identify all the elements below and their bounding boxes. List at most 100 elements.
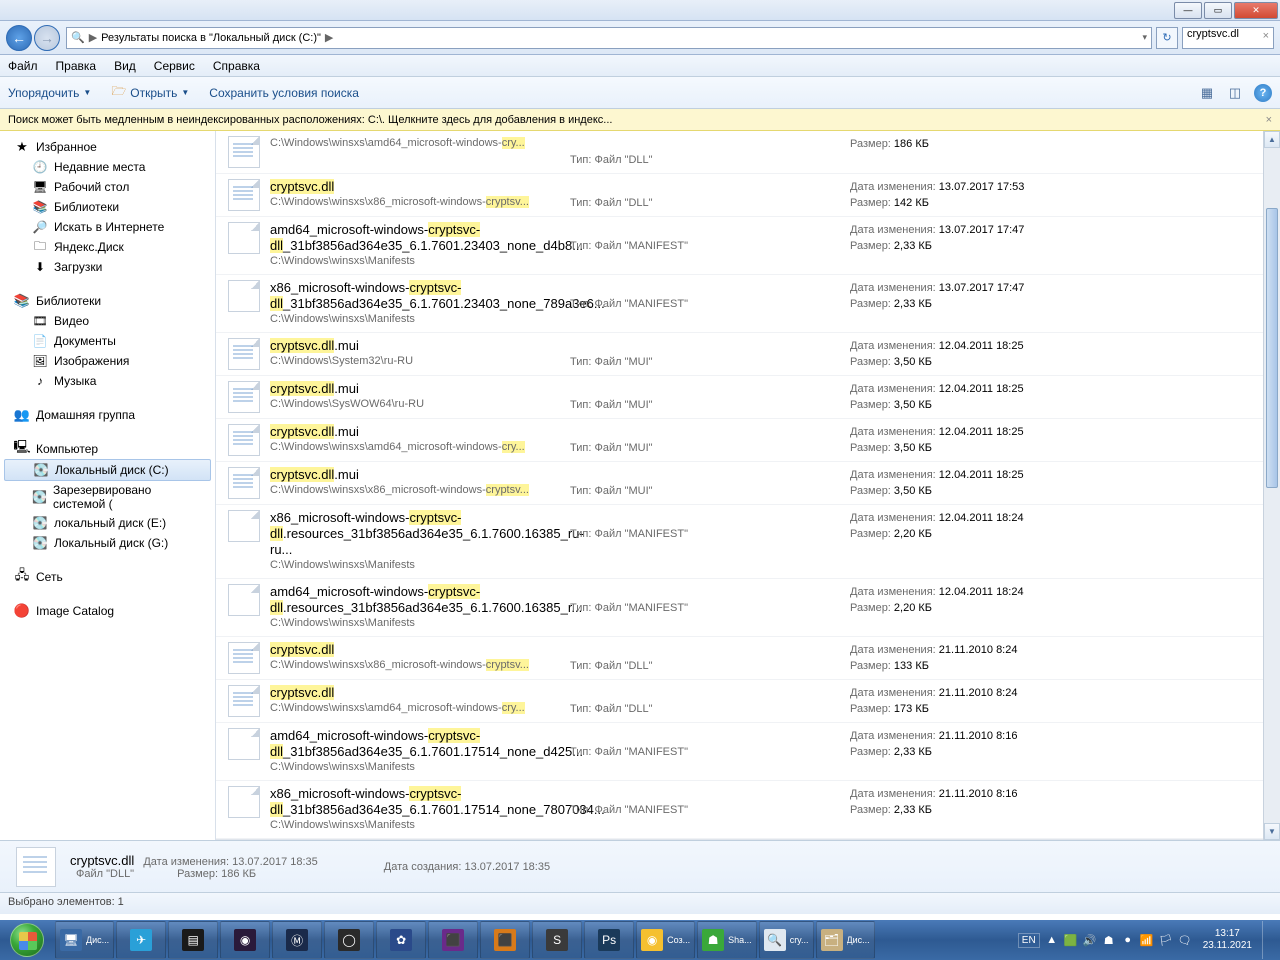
scroll-down-button[interactable]: ▼ [1264,823,1280,840]
menu-edit[interactable]: Правка [56,59,97,73]
maximize-button[interactable]: ▭ [1204,2,1232,19]
search-result-item[interactable]: amd64_microsoft-windows-cryptsvc-dll.res… [216,579,1263,637]
taskbar-task[interactable]: ◉ [220,921,270,959]
search-result-item[interactable]: amd64_microsoft-windows-cryptsvc-dll_31b… [216,217,1263,275]
organize-button[interactable]: Упорядочить▼ [8,86,91,100]
tray-icon[interactable]: 🔊 [1082,932,1098,948]
taskbar-task[interactable]: ◉Соз... [636,921,695,959]
taskbar-task[interactable]: 🖥Дис... [55,921,114,959]
address-box[interactable]: 🔍 ▶ Результаты поиска в "Локальный диск … [66,27,1152,49]
search-result-item[interactable]: cryptsvc.dll C:\Windows\winsxs\x86_micro… [216,174,1263,217]
taskbar-task[interactable]: ✈ [116,921,166,959]
tray-icon[interactable]: ▲ [1044,932,1060,948]
file-name: cryptsvc.dll.mui [270,338,570,354]
file-path: C:\Windows\winsxs\Manifests [270,818,560,833]
nav-back-button[interactable]: ← [6,25,32,51]
sidebar-item[interactable]: 📚Библиотеки [0,197,215,217]
taskbar-task[interactable]: ⬛ [480,921,530,959]
save-search-button[interactable]: Сохранить условия поиска [209,86,359,100]
item-label: Локальный диск (G:) [54,536,168,550]
taskbar-task[interactable]: S [532,921,582,959]
taskbar-task[interactable]: 🔍cry... [759,921,814,959]
sidebar-header[interactable]: 🖳Компьютер [0,439,215,459]
search-result-item[interactable]: x86_microsoft-windows-cryptsvc-dll_31bf3… [216,275,1263,333]
menu-view[interactable]: Вид [114,59,136,73]
tray-icon[interactable]: 🟩 [1063,932,1079,948]
sidebar-item[interactable]: 💽Локальный диск (G:) [0,533,215,553]
search-result-item[interactable]: cryptsvc.dll.mui C:\Windows\SysWOW64\ru-… [216,376,1263,419]
sidebar-header[interactable]: 📚Библиотеки [0,291,215,311]
search-result-item[interactable]: amd64_microsoft-windows-cryptsvc-dll_31b… [216,723,1263,781]
search-result-item[interactable]: cryptsvc.dll.mui C:\Windows\winsxs\x86_m… [216,462,1263,505]
clear-search-button[interactable]: × [1263,30,1269,42]
search-result-item[interactable]: cryptsvc.dll C:\Windows\winsxs\amd64_mic… [216,680,1263,723]
refresh-button[interactable]: ↻ [1156,27,1178,49]
taskbar-task[interactable]: ◯ [324,921,374,959]
sidebar-item[interactable]: ♪Музыка [0,371,215,391]
sidebar-item[interactable]: 📄Документы [0,331,215,351]
sidebar-item[interactable]: 💽локальный диск (E:) [0,513,215,533]
file-icon [228,381,260,413]
start-button[interactable] [0,920,54,960]
scrollbar-thumb[interactable] [1266,208,1278,488]
search-result-item[interactable]: x86_microsoft-windows-cryptsvc-dll_31bf3… [216,781,1263,839]
sidebar-item[interactable]: 💽Локальный диск (C:) [4,459,211,481]
sidebar-item[interactable]: 🎞Видео [0,311,215,331]
search-result-item[interactable]: cryptsvc.dll.mui C:\Windows\System32\ru-… [216,333,1263,376]
file-path: C:\Windows\winsxs\Manifests [270,254,560,269]
vertical-scrollbar[interactable]: ▲ ▼ [1263,131,1280,840]
index-info-bar[interactable]: Поиск может быть медленным в неиндексиро… [0,109,1280,131]
clock[interactable]: 13:17 23.11.2021 [1203,928,1252,952]
show-desktop-button[interactable] [1262,921,1272,959]
view-mode-button[interactable]: ▦ [1198,84,1216,102]
nav-forward-button[interactable]: → [34,25,60,51]
sidebar-item[interactable]: 🕘Недавние места [0,157,215,177]
sidebar-item[interactable]: 🖼Изображения [0,351,215,371]
task-icon: S [546,929,568,951]
tray-icon[interactable]: 🏳 [1158,932,1174,948]
file-icon [228,642,260,674]
search-box[interactable]: cryptsvc.dl × [1182,27,1274,49]
sidebar-header[interactable]: 🔴Image Catalog [0,601,215,621]
search-result-item[interactable]: x86_microsoft-windows-cryptsvc-dll.resou… [216,505,1263,579]
taskbar-task[interactable]: ✿ [376,921,426,959]
taskbar-task[interactable]: ☗Sha... [697,921,757,959]
info-close-button[interactable]: × [1266,114,1272,126]
open-button[interactable]: 🗁 Открыть▼ [111,82,189,103]
group-icon: 👥 [14,407,30,423]
sidebar-header[interactable]: 🖧Сеть [0,567,215,587]
taskbar-task[interactable]: Ps [584,921,634,959]
minimize-button[interactable]: — [1174,2,1202,19]
close-button[interactable]: ✕ [1234,2,1278,19]
menu-service[interactable]: Сервис [154,59,195,73]
address-dropdown[interactable]: ▾ [1142,32,1147,43]
tray-icon[interactable]: 📶 [1139,932,1155,948]
tray-icon[interactable]: ● [1120,932,1136,948]
folder-open-icon: 🗁 [111,82,126,103]
search-result-item[interactable]: cryptsvc.dll C:\Windows\winsxs\x86_micro… [216,637,1263,680]
scroll-up-button[interactable]: ▲ [1264,131,1280,148]
sidebar-item[interactable]: 🗀Яндекс.Диск [0,237,215,257]
sidebar-header[interactable]: ★Избранное [0,137,215,157]
file-type-col: Тип: Файл "MUI" [570,424,850,456]
taskbar-task[interactable]: ⬛ [428,921,478,959]
preview-pane-button[interactable]: ◫ [1226,84,1244,102]
tray-icon[interactable]: 🗨 [1177,932,1193,948]
task-icon: ▤ [182,929,204,951]
sidebar-header[interactable]: 👥Домашняя группа [0,405,215,425]
sidebar-item[interactable]: 💽Зарезервировано системой ( [0,481,215,513]
sidebar-item[interactable]: ⬇Загрузки [0,257,215,277]
taskbar-task[interactable]: 🗂Дис... [816,921,875,959]
help-button[interactable]: ? [1254,84,1272,102]
sidebar-item[interactable]: 🔎Искать в Интернете [0,217,215,237]
language-indicator[interactable]: EN [1018,933,1040,948]
menu-file[interactable]: Файл [8,59,38,73]
sidebar-item[interactable]: 🖥Рабочий стол [0,177,215,197]
search-result-item[interactable]: cryptsvc.dll.mui C:\Windows\winsxs\amd64… [216,419,1263,462]
tray-icon[interactable]: ☗ [1101,932,1117,948]
menu-help[interactable]: Справка [213,59,260,73]
taskbar-task[interactable]: Ⓜ [272,921,322,959]
search-result-item[interactable]: C:\Windows\winsxs\amd64_microsoft-window… [216,131,1263,174]
taskbar-task[interactable]: ▤ [168,921,218,959]
breadcrumb-sep[interactable]: ▶ [325,31,333,44]
